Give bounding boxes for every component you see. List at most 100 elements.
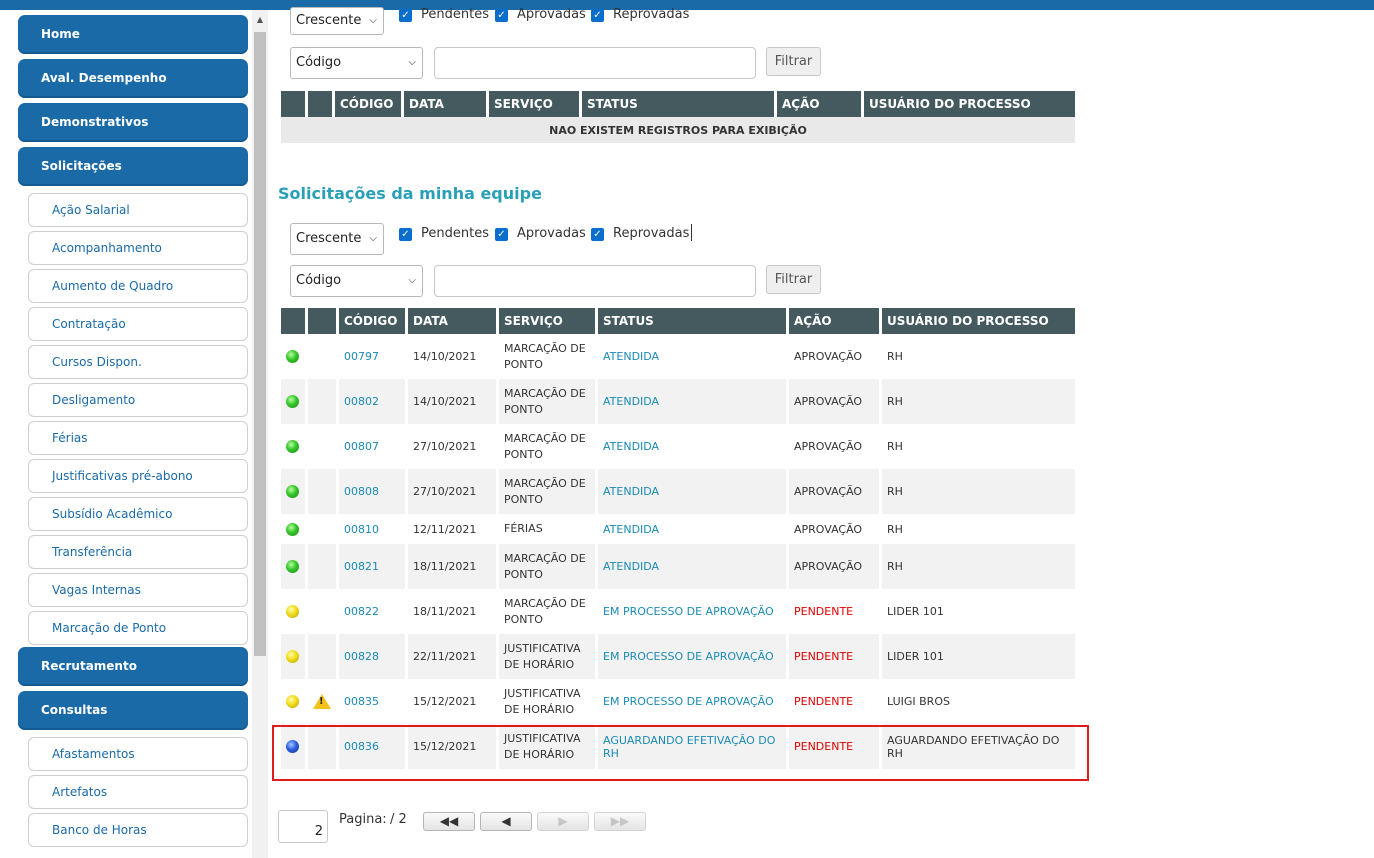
request-action: PENDENTE <box>794 605 854 618</box>
sidebar-item-transferencia[interactable]: Transferência <box>28 535 248 569</box>
request-service: JUSTIFICATIVA DE HORÁRIO <box>499 634 595 679</box>
table-row: 00807 27/10/2021 MARCAÇÃO DE PONTO ATENDIDA… <box>281 424 1075 469</box>
sidebar-item-cursos-dispon[interactable]: Cursos Dispon. <box>28 345 248 379</box>
warning-icon: ! <box>313 694 331 709</box>
request-status-link[interactable]: ATENDIDA <box>598 514 786 544</box>
request-service: MARCAÇÃO DE PONTO <box>499 469 595 514</box>
status-indicator-cell <box>281 424 305 469</box>
sidebar-item-desligamento[interactable]: Desligamento <box>28 383 248 417</box>
sidebar-item-banco-de-horas[interactable]: Banco de Horas <box>28 813 248 847</box>
sidebar-item-afastamentos[interactable]: Afastamentos <box>28 737 248 771</box>
request-code-link[interactable]: 00808 <box>339 469 405 514</box>
warning-cell <box>308 544 336 589</box>
sidebar-item-artefatos[interactable]: Artefatos <box>28 775 248 809</box>
request-code-link[interactable]: 00828 <box>339 634 405 679</box>
yellow-status-dot-icon <box>286 605 299 619</box>
page-input[interactable]: 2 <box>278 810 328 843</box>
checkbox-pendentes-top[interactable]: ✓ <box>399 9 412 22</box>
sidebar-item-contratacao[interactable]: Contratação <box>28 307 248 341</box>
green-status-dot-icon <box>286 350 299 364</box>
request-code-link[interactable]: 00822 <box>339 589 405 634</box>
next-page-button[interactable]: ▶ <box>537 812 589 831</box>
order-select[interactable]: Crescente ⌵ <box>290 223 384 255</box>
sidebar-item-aval-desempenho[interactable]: Aval. Desempenho <box>18 59 248 98</box>
request-status-link[interactable]: ATENDIDA <box>598 334 786 379</box>
empty-message: NAO EXISTEM REGISTROS PARA EXIBIÇÃO <box>281 117 1075 143</box>
pager-total: / 2 <box>390 812 407 827</box>
checkbox-reprovadas-top[interactable]: ✓ <box>591 9 604 22</box>
warning-cell: ! <box>308 679 336 724</box>
request-code-link[interactable]: 00835 <box>339 679 405 724</box>
sidebar-item-recrutamento[interactable]: Recrutamento <box>18 647 248 686</box>
filter-button-top[interactable]: Filtrar <box>766 47 821 76</box>
request-date: 18/11/2021 <box>408 544 496 589</box>
yellow-status-dot-icon <box>286 695 299 709</box>
field-select-top[interactable]: Código ⌵ <box>290 47 423 79</box>
request-status-link[interactable]: EM PROCESSO DE APROVAÇÃO <box>598 679 786 724</box>
request-status-link[interactable]: ATENDIDA <box>598 424 786 469</box>
sidebar-item-vagas-internas[interactable]: Vagas Internas <box>28 573 248 607</box>
checkbox-label: Pendentes <box>421 7 489 22</box>
request-code-link[interactable]: 00810 <box>339 514 405 544</box>
sidebar-item-marcacao-de-ponto[interactable]: Marcação de Ponto <box>28 611 248 645</box>
search-input[interactable] <box>434 265 756 297</box>
process-user: RH <box>887 350 903 363</box>
request-status-link[interactable]: ATENDIDA <box>598 544 786 589</box>
sidebar-item-demonstrativos[interactable]: Demonstrativos <box>18 103 248 142</box>
sidebar-item-subsidio-academico[interactable]: Subsídio Acadêmico <box>28 497 248 531</box>
checkbox-pendentes[interactable]: ✓ <box>399 228 412 241</box>
sidebar-scrollbar[interactable]: ▲ <box>252 10 268 858</box>
status-indicator-cell <box>281 334 305 379</box>
request-status-link[interactable]: EM PROCESSO DE APROVAÇÃO <box>598 634 786 679</box>
request-code-link[interactable]: 00802 <box>339 379 405 424</box>
table-row: 00822 18/11/2021 MARCAÇÃO DE PONTO EM PROCE… <box>281 589 1075 634</box>
table-row: 00808 27/10/2021 MARCAÇÃO DE PONTO ATENDIDA… <box>281 469 1075 514</box>
last-page-button[interactable]: ▶▶ <box>594 812 646 831</box>
sidebar-item-aumento-de-quadro[interactable]: Aumento de Quadro <box>28 269 248 303</box>
request-service: MARCAÇÃO DE PONTO <box>504 341 586 371</box>
request-status-link[interactable]: ATENDIDA <box>598 469 786 514</box>
pager-label: Pagina: <box>339 812 387 827</box>
request-service: MARCAÇÃO DE PONTO <box>504 596 586 626</box>
process-user: RH <box>887 522 903 536</box>
request-service: JUSTIFICATIVA DE HORÁRIO <box>504 686 581 716</box>
scroll-up-arrow-icon[interactable]: ▲ <box>252 10 268 30</box>
table-row: 00810 12/11/2021 FÉRIAS ATENDIDA APROVAÇÃO RH <box>281 514 1075 544</box>
request-code-link[interactable]: 00821 <box>339 544 405 589</box>
prev-page-button[interactable]: ◀ <box>480 812 532 831</box>
filter-button[interactable]: Filtrar <box>766 265 821 294</box>
sidebar-item-justificativas-pre-abono[interactable]: Justificativas pré-abono <box>28 459 248 493</box>
order-select-top[interactable]: Crescente ⌵ <box>290 7 384 35</box>
search-input-top[interactable] <box>434 47 756 79</box>
green-status-dot-icon <box>286 485 299 499</box>
request-status-link[interactable]: ATENDIDA <box>598 379 786 424</box>
first-page-button[interactable]: ◀◀ <box>423 812 475 831</box>
process-user: LIDER 101 <box>887 605 944 618</box>
header-user: USUÁRIO DO PROCESSO <box>864 91 1075 117</box>
sidebar-item-ferias[interactable]: Férias <box>28 421 248 455</box>
request-code-link[interactable]: 00807 <box>339 424 405 469</box>
request-status-link[interactable]: EM PROCESSO DE APROVAÇÃO <box>598 589 786 634</box>
order-select-value: Crescente <box>296 13 362 28</box>
sidebar-item-acompanhamento[interactable]: Acompanhamento <box>28 231 248 265</box>
warning-cell <box>308 469 336 514</box>
request-action: PENDENTE <box>794 695 854 708</box>
warning-cell <box>308 589 336 634</box>
request-code-link[interactable]: 00797 <box>339 334 405 379</box>
status-indicator-cell <box>281 589 305 634</box>
scroll-thumb[interactable] <box>254 32 266 656</box>
field-select[interactable]: Código ⌵ <box>290 265 423 297</box>
process-user: LUIGI BROS <box>887 695 950 708</box>
sidebar-item-acao-salarial[interactable]: Ação Salarial <box>28 193 248 227</box>
checkbox-aprovadas[interactable]: ✓ <box>495 228 508 241</box>
sidebar-item-home[interactable]: Home <box>18 15 248 54</box>
request-service: MARCAÇÃO DE PONTO <box>499 544 595 589</box>
checkbox-reprovadas[interactable]: ✓ <box>591 228 604 241</box>
header-indicator <box>281 91 305 117</box>
checkbox-aprovadas-top[interactable]: ✓ <box>495 9 508 22</box>
sidebar-item-consultas[interactable]: Consultas <box>18 691 248 730</box>
header-service: SERVIÇO <box>489 91 579 117</box>
header-code: CÓDIGO <box>339 308 405 334</box>
sidebar-item-solicitacoes[interactable]: Solicitações <box>18 147 248 186</box>
header-status: STATUS <box>598 308 786 334</box>
